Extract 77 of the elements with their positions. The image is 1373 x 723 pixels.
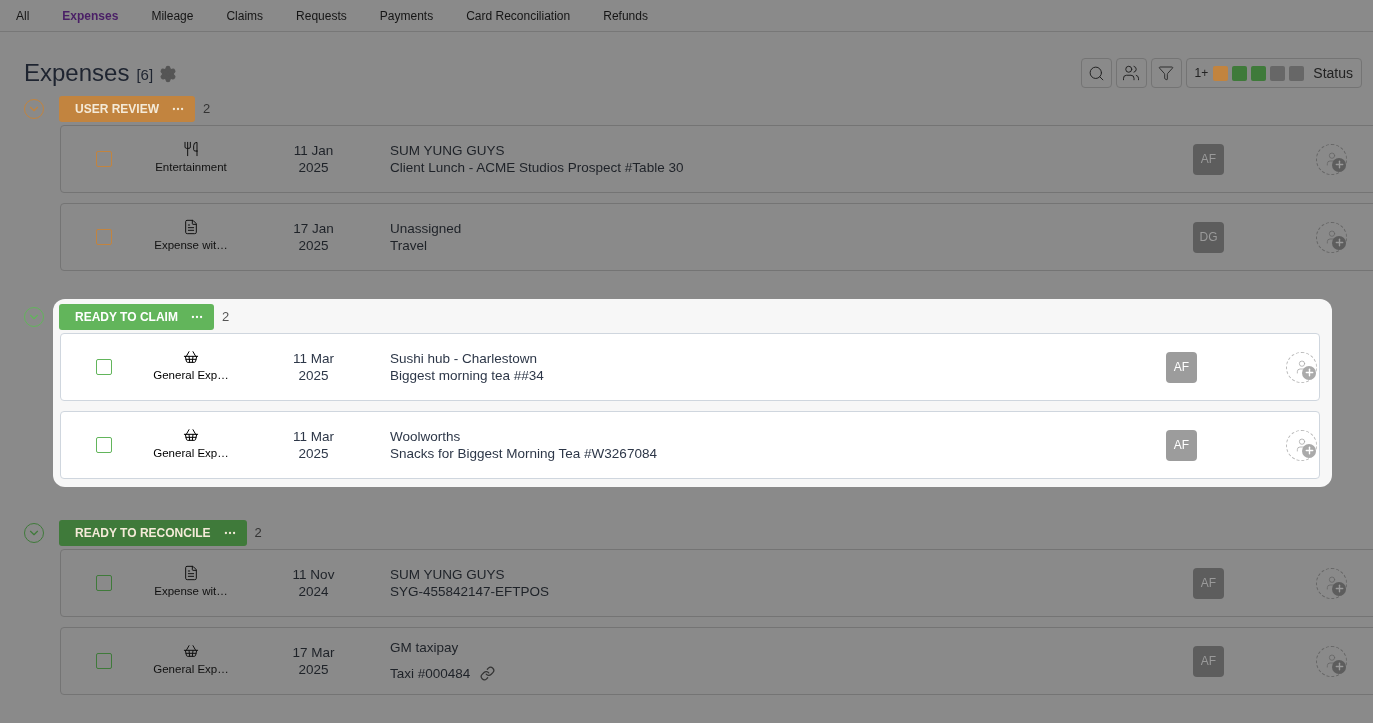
filter-button[interactable] bbox=[1150, 58, 1182, 88]
search-icon bbox=[1087, 64, 1105, 82]
receipt-icon bbox=[183, 219, 199, 236]
assignee-avatar: AF bbox=[1166, 351, 1197, 383]
nav-tab[interactable]: Expenses bbox=[54, 6, 127, 25]
category-label: General Exp… bbox=[153, 446, 229, 462]
merchant-name: GM taxipay bbox=[390, 639, 460, 658]
group-count: 2 bbox=[203, 100, 211, 119]
people-button[interactable] bbox=[1115, 58, 1147, 88]
merchant-name: SUM YUNG GUYS bbox=[390, 566, 506, 583]
checkbox[interactable] bbox=[95, 151, 112, 167]
expense-row[interactable]: Entertainment 11 Jan 2025 SUM YUNG GUYS Client Lunch - ACME Studios Prospect #Table 30 AF bbox=[60, 125, 1373, 193]
category-label: General Exp… bbox=[153, 662, 229, 678]
page-title: Expenses bbox=[24, 58, 130, 88]
search-button[interactable] bbox=[1080, 58, 1112, 88]
basket-icon bbox=[183, 643, 199, 660]
basket-icon bbox=[183, 349, 199, 366]
expense-description: Travel bbox=[390, 237, 427, 254]
group-count: 2 bbox=[221, 308, 230, 327]
merchant-name: SUM YUNG GUYS bbox=[390, 142, 506, 159]
date-year: 2025 bbox=[298, 237, 329, 254]
basket-icon bbox=[183, 427, 199, 444]
category-label: Entertainment bbox=[155, 160, 227, 176]
checkbox[interactable] bbox=[95, 359, 112, 375]
people-icon bbox=[1122, 64, 1141, 82]
category-label: Expense wit… bbox=[154, 584, 228, 600]
checkbox[interactable] bbox=[95, 575, 112, 591]
date-day: 17 Jan bbox=[293, 220, 334, 237]
expense-row[interactable]: General Exp… 11 Mar 2025 Woolworths Snacks for Biggest Morning Tea #W3267084 AF bbox=[60, 411, 1320, 479]
assignee-avatar: AF bbox=[1193, 143, 1224, 175]
receipt-icon bbox=[183, 565, 199, 582]
nav-tab[interactable]: Requests bbox=[288, 6, 355, 25]
nav-tab[interactable]: Card Reconciliation bbox=[458, 6, 579, 25]
merchant-name: Unassigned bbox=[390, 220, 463, 237]
nav-tab[interactable]: Refunds bbox=[595, 6, 656, 25]
link-icon[interactable] bbox=[480, 666, 496, 682]
merchant-name: Sushi hub - Charlestown bbox=[390, 350, 539, 367]
date-day: 17 Mar bbox=[292, 644, 335, 661]
expense-description: Taxi #000484 bbox=[390, 664, 471, 683]
nav-tab[interactable]: Claims bbox=[218, 6, 272, 25]
expense-description: Snacks for Biggest Morning Tea #W3267084 bbox=[390, 445, 657, 462]
merchant-name: Woolworths bbox=[390, 428, 462, 445]
checkbox[interactable] bbox=[95, 653, 112, 669]
category-label: General Exp… bbox=[153, 368, 229, 384]
checkbox[interactable] bbox=[95, 229, 112, 245]
date-year: 2025 bbox=[298, 367, 329, 384]
date-day: 11 Nov bbox=[292, 566, 335, 583]
date-year: 2025 bbox=[298, 661, 329, 678]
checkbox[interactable] bbox=[95, 437, 112, 453]
assignee-avatar: AF bbox=[1166, 429, 1197, 461]
group-count: 2 bbox=[254, 524, 262, 543]
status-filter[interactable]: 1+ Status bbox=[1185, 58, 1362, 88]
date-day: 11 Mar bbox=[293, 428, 334, 445]
date-day: 11 Jan bbox=[293, 142, 334, 159]
expense-row[interactable]: Expense wit… 17 Jan 2025 Unassigned Travel DG bbox=[60, 203, 1373, 271]
settings-icon[interactable] bbox=[159, 65, 178, 83]
nav-tab[interactable]: Payments bbox=[371, 6, 442, 25]
date-year: 2024 bbox=[298, 583, 329, 600]
filter-icon bbox=[1158, 65, 1175, 81]
nav-tab[interactable]: All bbox=[8, 6, 38, 25]
expense-count: [6] bbox=[136, 64, 154, 85]
assignee-avatar: AF bbox=[1193, 645, 1224, 677]
expense-description: Biggest morning tea ##34 bbox=[390, 367, 544, 384]
nav-tab[interactable]: Mileage bbox=[143, 6, 202, 25]
assignee-avatar: AF bbox=[1193, 567, 1224, 599]
expense-row[interactable]: Expense wit… 11 Nov 2024 SUM YUNG GUYS SYG-455842147-EFTPOS AF bbox=[60, 549, 1373, 617]
date-year: 2025 bbox=[298, 445, 329, 462]
date-year: 2025 bbox=[298, 159, 329, 176]
assignee-avatar: DG bbox=[1193, 221, 1224, 253]
cutlery-icon bbox=[183, 141, 199, 158]
expense-description: SYG-455842147-EFTPOS bbox=[390, 583, 550, 600]
expense-description: Client Lunch - ACME Studios Prospect #Table 30 bbox=[390, 159, 684, 176]
status-badge[interactable]: READY TO RECONCILE bbox=[59, 520, 247, 546]
expense-row[interactable]: General Exp… 17 Mar 2025 GM taxipay Taxi #000484 AF bbox=[60, 627, 1373, 695]
date-day: 11 Mar bbox=[293, 350, 334, 367]
expense-row[interactable]: General Exp… 11 Mar 2025 Sushi hub - Charlestown Biggest morning tea ##34 AF bbox=[60, 333, 1320, 401]
category-label: Expense wit… bbox=[154, 238, 228, 254]
